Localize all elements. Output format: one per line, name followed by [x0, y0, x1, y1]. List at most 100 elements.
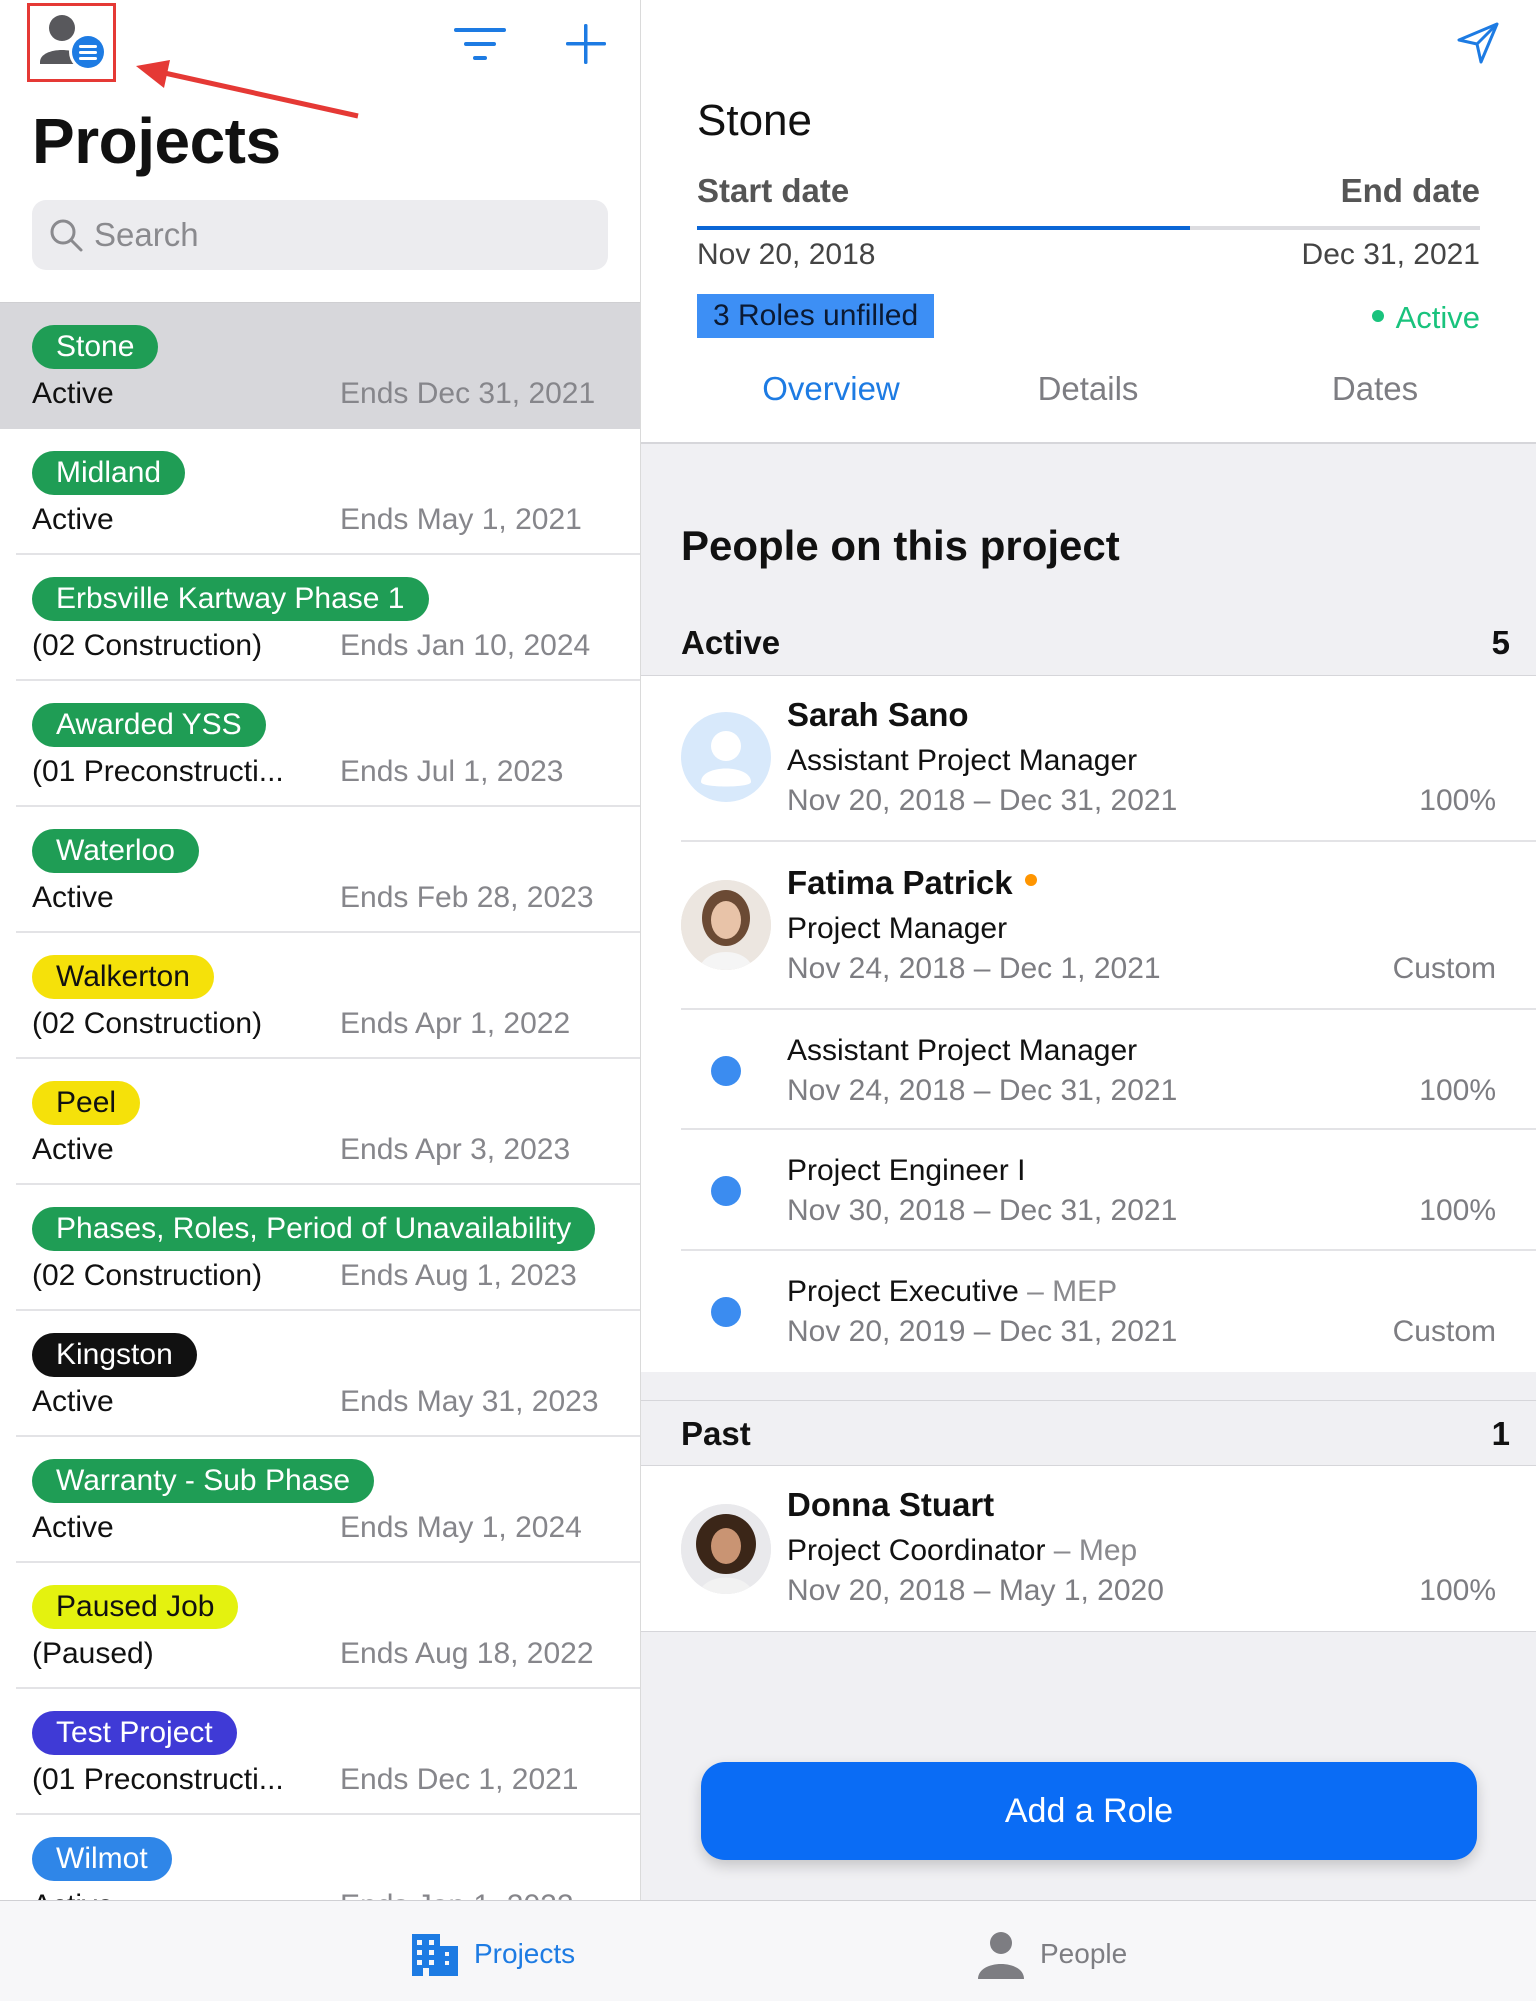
- person-icon: [978, 1932, 1024, 1979]
- unfilled-role-row[interactable]: Assistant Project Manager Nov 24, 2018 –…: [641, 1010, 1536, 1130]
- project-name-pill: Kingston: [32, 1333, 197, 1377]
- plus-icon: [566, 24, 606, 64]
- unfilled-role-row[interactable]: Project Engineer I Nov 30, 2018 – Dec 31…: [641, 1130, 1536, 1251]
- project-phase-status: (Paused): [32, 1637, 154, 1670]
- person-photo-icon: [681, 880, 771, 970]
- person-role: Assistant Project Manager: [787, 744, 1138, 777]
- project-phase-status: Active: [32, 1889, 114, 1900]
- building-icon: [412, 1934, 458, 1976]
- project-end-date: Ends May 31, 2023: [340, 1385, 599, 1418]
- unfilled-role-dot-icon: [711, 1176, 741, 1206]
- project-phase-status: Active: [32, 503, 114, 536]
- project-name-pill: Walkerton: [32, 955, 214, 999]
- send-icon: [1457, 22, 1499, 64]
- project-phase-status: Active: [32, 377, 114, 410]
- project-list: Stone Active Ends Dec 31, 2021 Midland Activ…: [0, 302, 640, 1900]
- person-role: Project Coordinator: [787, 1534, 1046, 1567]
- person-allocation: Custom: [1392, 952, 1496, 985]
- project-end-date: Ends May 1, 2021: [340, 503, 582, 536]
- project-list-item[interactable]: Erbsville Kartway Phase 1 (02 Constructio…: [0, 555, 640, 681]
- person-name: Donna Stuart: [787, 1486, 995, 1523]
- project-list-item[interactable]: Awarded YSS (01 Preconstructi... Ends Jul …: [0, 681, 640, 807]
- project-list-item[interactable]: Kingston Active Ends May 31, 2023: [0, 1311, 640, 1437]
- start-date-label: Start date: [697, 172, 850, 209]
- search-bar[interactable]: [32, 200, 608, 270]
- project-phase-status: Active: [32, 1385, 114, 1418]
- project-list-item[interactable]: Paused Job (Paused) Ends Aug 18, 2022: [0, 1563, 640, 1689]
- share-button[interactable]: [1453, 18, 1503, 68]
- unfilled-role-dot-icon: [711, 1056, 741, 1086]
- project-list-item[interactable]: Stone Active Ends Dec 31, 2021: [0, 303, 640, 429]
- project-phase-status: (02 Construction): [32, 1259, 263, 1292]
- project-phase-status: (02 Construction): [32, 629, 263, 662]
- past-group-label: Past: [681, 1415, 751, 1452]
- project-phase-status: (01 Preconstructi...: [32, 1763, 284, 1796]
- roles-unfilled-badge[interactable]: 3 Roles unfilled: [697, 294, 935, 338]
- project-end-date: Ends Aug 1, 2023: [340, 1259, 577, 1292]
- project-list-item[interactable]: Warranty - Sub Phase Active Ends May 1, 20…: [0, 1437, 640, 1563]
- role-dates: Nov 24, 2018 – Dec 31, 2021: [787, 1074, 1178, 1107]
- search-input[interactable]: [94, 216, 574, 254]
- tab-overview[interactable]: Overview: [686, 370, 976, 408]
- person-allocation: 100%: [1419, 1574, 1496, 1607]
- person-name-wrap: Fatima Patrick: [787, 864, 1037, 902]
- project-name-pill: Peel: [32, 1081, 141, 1125]
- end-date-value: Dec 31, 2021: [1301, 238, 1480, 271]
- person-row[interactable]: Fatima Patrick Project Manager Nov 24, 2…: [641, 842, 1536, 1010]
- project-phase-status: Active: [32, 1133, 114, 1166]
- filter-icon: [454, 28, 506, 60]
- tab-people[interactable]: People: [976, 1929, 1127, 1979]
- person-role: Project Manager: [787, 912, 1008, 945]
- project-end-date: Ends Dec 31, 2021: [340, 377, 596, 410]
- past-group-header: Past 1: [641, 1400, 1536, 1466]
- past-group-count: 1: [1491, 1415, 1510, 1452]
- project-name-pill: Phases, Roles, Period of Unavailability: [32, 1207, 596, 1251]
- add-role-button[interactable]: Add a Role: [701, 1762, 1477, 1860]
- project-list-item[interactable]: Wilmot Active Ends Jan 1, 2022: [0, 1815, 640, 1900]
- filter-button[interactable]: [450, 22, 510, 66]
- project-end-date: Ends Jan 10, 2024: [340, 629, 591, 662]
- role-title: Project Executive: [787, 1275, 1019, 1308]
- person-placeholder-icon: [701, 731, 751, 787]
- project-list-item[interactable]: Test Project (01 Preconstructi... Ends Dec…: [0, 1689, 640, 1815]
- unfilled-role-row[interactable]: Project Executive – MEP Nov 20, 2019 – D…: [641, 1251, 1536, 1372]
- person-row[interactable]: Donna Stuart Project Coordinator – Mep N…: [641, 1466, 1536, 1632]
- person-allocation: 100%: [1419, 784, 1496, 817]
- project-list-item[interactable]: Walkerton (02 Construction) Ends Apr 1, 20…: [0, 933, 640, 1059]
- role-allocation: Custom: [1392, 1315, 1496, 1348]
- person-row[interactable]: Sarah Sano Assistant Project Manager Nov…: [641, 676, 1536, 842]
- search-icon: [50, 219, 83, 252]
- role-title: Project Engineer I: [787, 1154, 1026, 1187]
- tab-details[interactable]: Details: [943, 370, 1233, 408]
- project-list-item[interactable]: Peel Active Ends Apr 3, 2023: [0, 1059, 640, 1185]
- tab-projects[interactable]: Projects: [410, 1929, 575, 1979]
- project-list-item[interactable]: Phases, Roles, Period of Unavailability (…: [0, 1185, 640, 1311]
- project-detail-pane: Stone Start date End date Nov 20, 2018 D…: [641, 0, 1536, 1900]
- project-end-date: Ends Jul 1, 2023: [340, 755, 564, 788]
- project-list-pane: Projects Stone Active Ends Dec 31, 2021 Mid…: [0, 0, 640, 1900]
- active-group-header: Active 5: [641, 610, 1536, 676]
- project-name-pill: Waterloo: [32, 829, 199, 873]
- person-photo-icon: [681, 1504, 771, 1594]
- project-end-date: Ends Feb 28, 2023: [340, 881, 594, 914]
- role-allocation: 100%: [1419, 1074, 1496, 1107]
- active-group-count: 5: [1491, 624, 1510, 661]
- project-status-label: Active: [1395, 300, 1480, 335]
- project-end-date: Ends Aug 18, 2022: [340, 1637, 594, 1670]
- project-end-date: Ends Apr 1, 2022: [340, 1007, 571, 1040]
- project-phase-status: (02 Construction): [32, 1007, 263, 1040]
- people-section-title: People on this project: [681, 522, 1120, 569]
- project-name-pill: Awarded YSS: [32, 703, 266, 747]
- avatar: [681, 880, 771, 970]
- project-name-pill: Stone: [32, 325, 159, 369]
- person-name: Sarah Sano: [787, 696, 969, 733]
- project-phase-status: Active: [32, 881, 114, 914]
- project-name-pill: Midland: [32, 451, 186, 495]
- project-list-item[interactable]: Midland Active Ends May 1, 2021: [0, 429, 640, 555]
- tab-dates[interactable]: Dates: [1230, 370, 1520, 408]
- project-list-item[interactable]: Waterloo Active Ends Feb 28, 2023: [0, 807, 640, 933]
- project-phase-status: (01 Preconstructi...: [32, 755, 284, 788]
- project-end-date: Ends Jan 1, 2022: [340, 1889, 574, 1900]
- add-project-button[interactable]: [560, 18, 612, 70]
- role-allocation: 100%: [1419, 1194, 1496, 1227]
